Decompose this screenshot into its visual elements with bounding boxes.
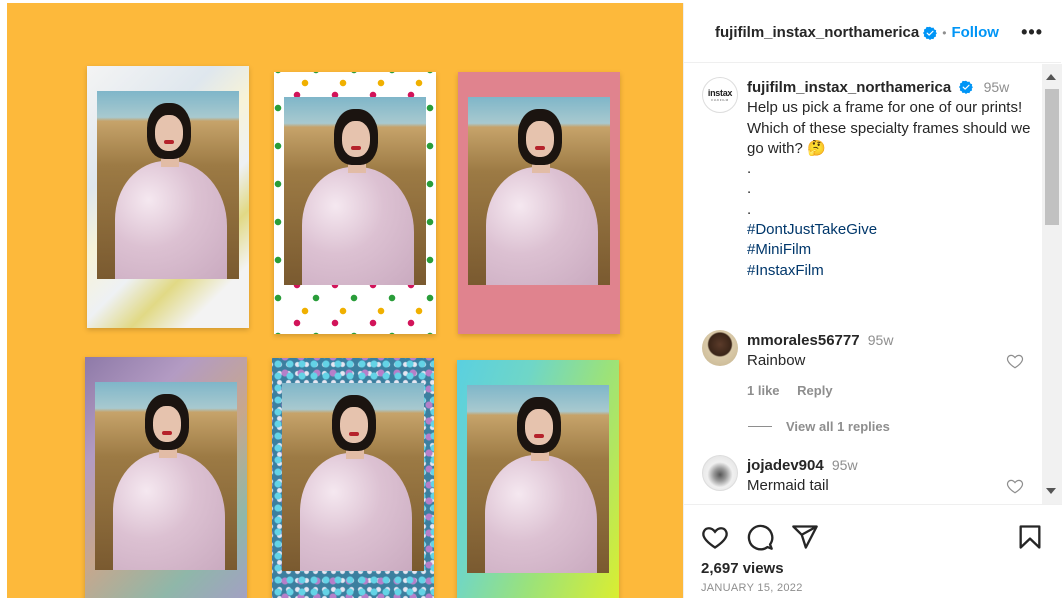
- post-header: fujifilm_instax_northamerica • Follow ••…: [684, 3, 1061, 63]
- caption-dot: .: [747, 180, 752, 198]
- post-image: [7, 3, 683, 598]
- caption-body: fujifilm_instax_northamerica 95w Help us…: [747, 77, 1032, 281]
- verified-badge-icon: [923, 26, 938, 40]
- header-username[interactable]: fujifilm_instax_northamerica: [715, 24, 919, 41]
- comment-item: jojadev904 95w Mermaid tail: [702, 455, 1024, 496]
- portrait-photo: [95, 382, 237, 570]
- comments-section[interactable]: instax FUJIFILM fujifilm_instax_northame…: [684, 64, 1062, 504]
- post-sidebar: fujifilm_instax_northamerica • Follow ••…: [683, 3, 1062, 598]
- avatar[interactable]: [702, 455, 738, 491]
- caption-dot: .: [747, 200, 752, 218]
- view-replies-label: View all 1 replies: [786, 419, 890, 434]
- more-options-icon[interactable]: •••: [1021, 22, 1043, 43]
- portrait-photo: [282, 383, 424, 571]
- scroll-up-arrow-icon[interactable]: [1046, 74, 1056, 80]
- comment-body: mmorales56777 95w Rainbow 1 like Reply: [747, 330, 893, 401]
- comment-time[interactable]: 95w: [832, 457, 858, 473]
- bookmark-icon[interactable]: [1016, 523, 1044, 551]
- scrollbar[interactable]: [1042, 64, 1062, 504]
- caption-dot: .: [747, 160, 752, 178]
- frame-marble: [87, 66, 249, 328]
- avatar[interactable]: instax FUJIFILM: [702, 77, 738, 113]
- heart-icon[interactable]: [1006, 477, 1024, 495]
- frame-holographic: [85, 357, 247, 598]
- avatar-logo-subtext: FUJIFILM: [711, 98, 729, 102]
- comment-body: jojadev904 95w Mermaid tail: [747, 455, 858, 496]
- hashtag-link[interactable]: #MiniFilm: [747, 240, 1032, 260]
- heart-icon[interactable]: [1006, 352, 1024, 370]
- comment-meta: 1 like Reply: [747, 381, 893, 401]
- caption-text: Help us pick a frame for one of our prin…: [747, 99, 1031, 157]
- portrait-photo: [284, 97, 426, 285]
- separator-dot: •: [942, 25, 947, 40]
- frame-rainbow: [457, 360, 619, 598]
- comment-likes[interactable]: 1 like: [747, 383, 780, 398]
- hashtag-link[interactable]: #InstaxFilm: [747, 261, 1032, 281]
- portrait-photo: [467, 385, 609, 573]
- portrait-photo: [468, 97, 610, 285]
- divider-line: [748, 426, 772, 427]
- post-date[interactable]: JANUARY 15, 2022: [701, 582, 803, 594]
- heart-icon[interactable]: [701, 523, 729, 551]
- comment-username[interactable]: jojadev904: [747, 457, 824, 474]
- comment-icon[interactable]: [746, 523, 774, 551]
- reply-button[interactable]: Reply: [797, 383, 832, 398]
- scroll-down-arrow-icon[interactable]: [1046, 488, 1056, 494]
- view-replies-button[interactable]: View all 1 replies: [748, 419, 890, 434]
- comment-text: Mermaid tail: [747, 477, 829, 494]
- avatar[interactable]: [702, 330, 738, 366]
- frame-polka-dots: [274, 72, 436, 334]
- comment-username[interactable]: mmorales56777: [747, 332, 860, 349]
- caption-time[interactable]: 95w: [984, 79, 1010, 95]
- post-caption: instax FUJIFILM fujifilm_instax_northame…: [702, 77, 1032, 281]
- avatar-logo-text: instax: [707, 88, 733, 98]
- frame-glitter: [272, 358, 434, 598]
- frame-pink: [458, 72, 620, 334]
- hashtag-link[interactable]: #DontJustTakeGive: [747, 220, 1032, 240]
- verified-badge-icon: [959, 80, 974, 94]
- comment-item: mmorales56777 95w Rainbow 1 like Reply: [702, 330, 1024, 401]
- caption-username[interactable]: fujifilm_instax_northamerica: [747, 79, 951, 96]
- follow-button[interactable]: Follow: [951, 24, 999, 41]
- comment-time[interactable]: 95w: [868, 332, 894, 348]
- scrollbar-thumb[interactable]: [1045, 89, 1059, 225]
- comment-text: Rainbow: [747, 352, 806, 369]
- action-bar: 2,697 views JANUARY 15, 2022: [684, 504, 1062, 598]
- portrait-photo: [97, 91, 239, 279]
- view-count: 2,697 views: [701, 560, 784, 577]
- share-icon[interactable]: [791, 523, 819, 551]
